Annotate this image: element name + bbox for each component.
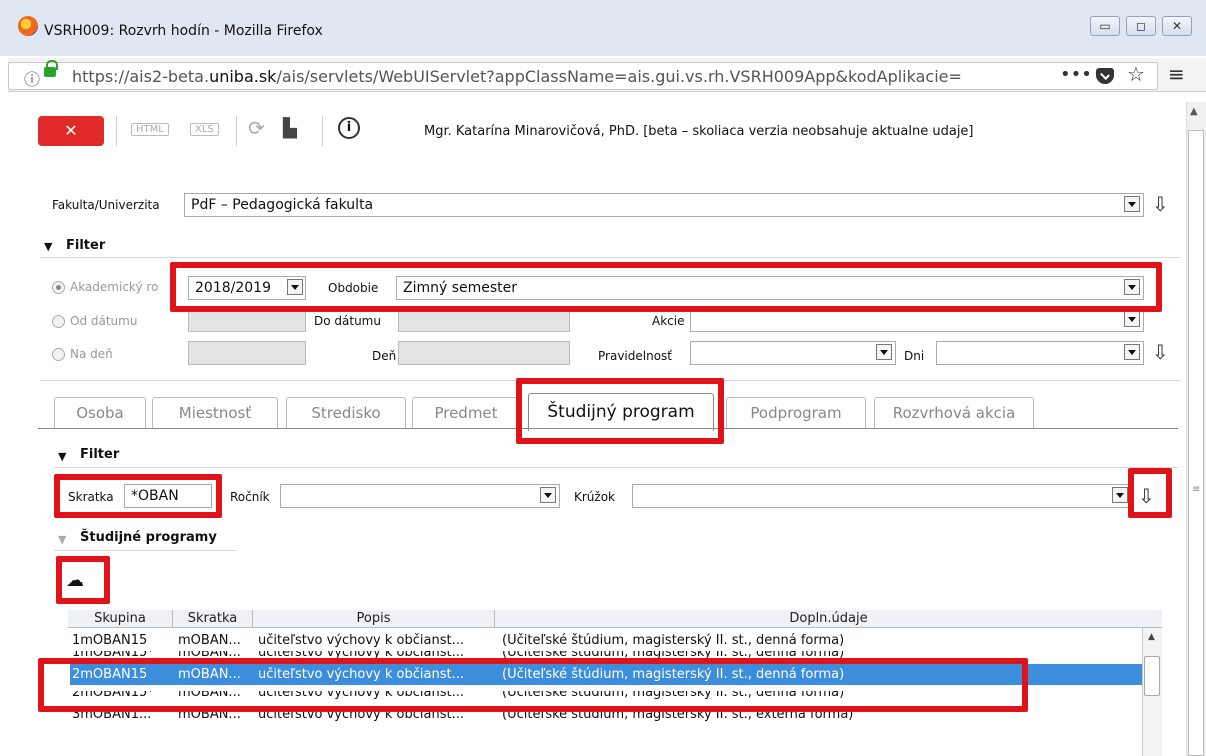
- from-date-radio[interactable]: [52, 315, 65, 328]
- year-select[interactable]: [280, 484, 560, 508]
- maximize-button[interactable]: ◻: [1126, 16, 1156, 36]
- on-day-radio[interactable]: [52, 348, 65, 361]
- day-field[interactable]: [398, 341, 570, 365]
- hamburger-menu-icon[interactable]: ≡: [1168, 62, 1185, 86]
- about-info-icon[interactable]: i: [338, 117, 360, 139]
- filter-title: Filter: [66, 238, 106, 253]
- col-dopln-udaje[interactable]: Dopln.údaje: [494, 610, 1162, 628]
- firefox-icon: [18, 16, 38, 36]
- filter-apply-arrow-icon[interactable]: ⇩: [1152, 340, 1169, 364]
- inner-filter-title: Filter: [80, 447, 120, 462]
- days-label: Dni: [904, 349, 925, 363]
- bookmark-star-icon[interactable]: ☆: [1127, 62, 1145, 86]
- academic-year-label: Akademický ro: [70, 280, 159, 294]
- url-text[interactable]: https://ais2-beta.uniba.sk/ais/servlets/…: [72, 67, 962, 86]
- on-day-field[interactable]: [188, 341, 306, 365]
- faculty-dropdown-icon[interactable]: [1124, 196, 1140, 212]
- divider: [54, 550, 236, 551]
- tab-podprogram[interactable]: Podprogram: [726, 397, 866, 429]
- app-close-button[interactable]: ✕: [38, 116, 104, 146]
- lock-icon: [44, 60, 58, 77]
- col-skupina[interactable]: Skupina: [68, 610, 172, 628]
- annotation-box-arrow: [1128, 468, 1172, 518]
- cell-skratka: mOBAN...: [178, 651, 241, 660]
- year-label: Ročník: [230, 490, 270, 504]
- col-skratka[interactable]: Skratka: [172, 610, 252, 628]
- faculty-label: Fakulta/Univerzita: [52, 198, 160, 212]
- programs-title: Študijné programy: [80, 530, 217, 545]
- circle-dropdown-icon[interactable]: [1112, 487, 1128, 503]
- export-html-button[interactable]: HTML: [131, 123, 169, 136]
- screen: VSRH009: Rozvrh hodín - Mozilla Firefox …: [0, 0, 1206, 756]
- cell-popis: učiteľstvo výchovy k občianst...: [258, 651, 464, 660]
- faculty-select[interactable]: PdF – Pedagogická fakulta: [184, 193, 1144, 217]
- tab-osoba[interactable]: Osoba: [54, 397, 146, 429]
- toolbar-divider: [116, 116, 117, 146]
- grid-scroll-thumb[interactable]: [1144, 656, 1160, 696]
- year-dropdown-icon[interactable]: [540, 487, 556, 503]
- days-select[interactable]: [936, 341, 1144, 365]
- toolbar-divider: [236, 116, 237, 146]
- scroll-grip-icon: ≡: [1192, 484, 1201, 495]
- tab-predmet[interactable]: Predmet: [412, 397, 520, 429]
- on-day-label: Na deň: [70, 347, 113, 361]
- cell-dopln: (Učiteľské štúdium, magisterský II. st.,…: [502, 633, 845, 648]
- academic-year-radio[interactable]: [52, 281, 65, 294]
- user-info-text: Mgr. Katarína Minarovičová, PhD. [beta –…: [424, 124, 974, 139]
- circle-select[interactable]: [632, 484, 1132, 508]
- days-dropdown-icon[interactable]: [1124, 344, 1140, 360]
- from-date-label: Od dátumu: [70, 314, 138, 328]
- cell-skupina: 1mOBAN15*: [72, 651, 154, 660]
- day-label: Deň: [372, 349, 397, 363]
- filter-toggle-icon[interactable]: ▼: [44, 240, 52, 253]
- org-chart-icon[interactable]: ▙: [283, 118, 297, 139]
- to-date-label: Do dátumu: [314, 314, 381, 328]
- inner-filter-toggle-icon[interactable]: ▼: [58, 450, 66, 463]
- divider: [40, 257, 1180, 258]
- regularity-select[interactable]: [690, 341, 896, 365]
- annotation-box-icon: [56, 556, 110, 604]
- annotation-box-row: [38, 658, 1028, 712]
- grid-scroll-up-icon[interactable]: ▲: [1148, 632, 1155, 642]
- action-dropdown-icon[interactable]: [1124, 311, 1140, 327]
- cell-dopln: (Učiteľské štúdium, magisterský II. st.,…: [502, 651, 845, 660]
- info-icon[interactable]: ⓘ: [24, 66, 40, 90]
- annotation-box-tab: [516, 378, 724, 444]
- tab-rozvrhova-akcia[interactable]: Rozvrhová akcia: [874, 397, 1034, 429]
- regularity-dropdown-icon[interactable]: [876, 344, 892, 360]
- page-scroll-thumb[interactable]: [1188, 130, 1204, 756]
- toolbar-divider: [322, 116, 323, 146]
- annotation-box-abbr: [54, 474, 222, 518]
- refresh-icon[interactable]: ⟳: [248, 116, 265, 140]
- col-popis[interactable]: Popis: [252, 610, 494, 628]
- cell-skupina: 1mOBAN15: [72, 633, 148, 648]
- tab-miestnost[interactable]: Miestnosť: [152, 397, 278, 429]
- action-label: Akcie: [652, 314, 685, 328]
- page-actions-icon[interactable]: •••: [1060, 64, 1092, 85]
- annotation-box-period: [170, 262, 1162, 312]
- circle-label: Krúžok: [574, 490, 615, 504]
- table-row[interactable]: 1mOBAN15 mOBAN... učiteľstvo výchovy k o…: [70, 630, 1161, 651]
- faculty-apply-arrow-icon[interactable]: ⇩: [1152, 192, 1169, 216]
- minimize-button[interactable]: ▭: [1090, 16, 1120, 36]
- window-title: VSRH009: Rozvrh hodín - Mozilla Firefox: [44, 23, 323, 39]
- regularity-label: Pravidelnosť: [598, 349, 672, 363]
- cell-skratka: mOBAN...: [178, 633, 241, 648]
- url-fade: [1005, 63, 1045, 89]
- divider: [54, 467, 1178, 468]
- programs-toggle-icon[interactable]: ▼: [58, 533, 66, 546]
- tab-stredisko[interactable]: Stredisko: [286, 397, 406, 429]
- window-close-button[interactable]: ✕: [1162, 16, 1192, 36]
- cell-popis: učiteľstvo výchovy k občianst...: [258, 633, 464, 648]
- faculty-value: PdF – Pedagogická fakulta: [191, 197, 374, 213]
- export-xls-button[interactable]: XLS: [190, 123, 219, 136]
- scroll-up-icon[interactable]: ▲: [1190, 106, 1198, 117]
